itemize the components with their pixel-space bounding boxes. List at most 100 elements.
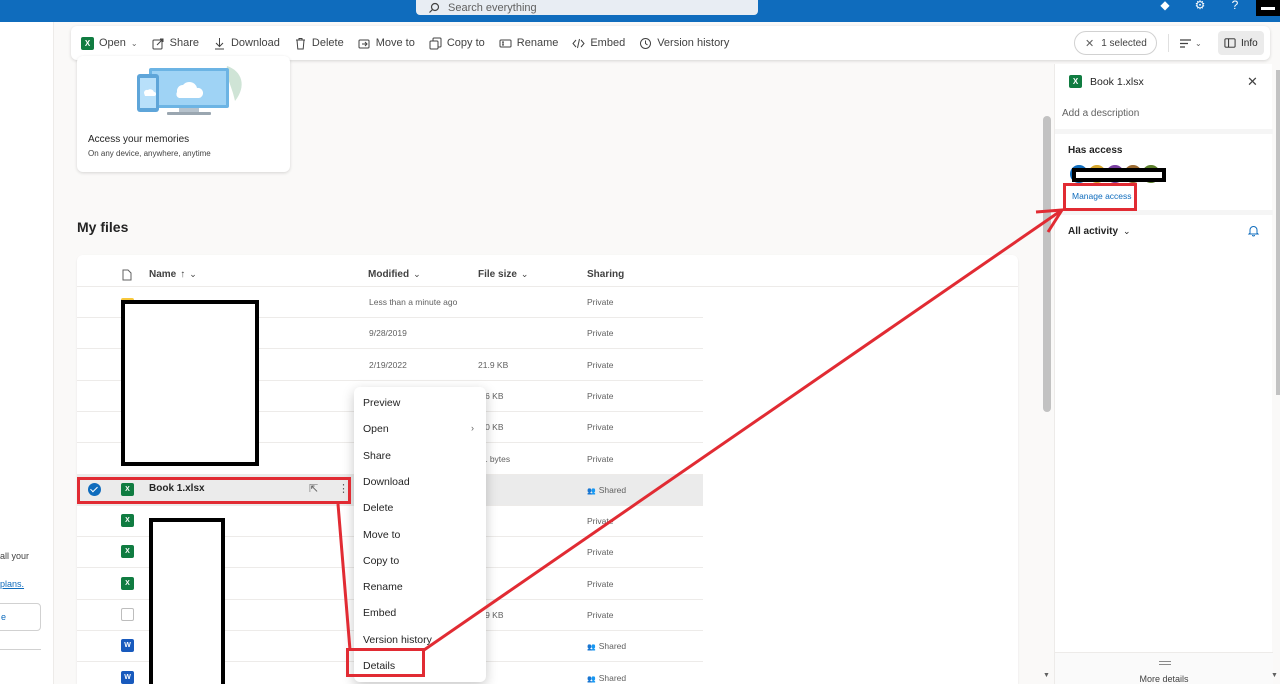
people-icon: 👥 — [587, 487, 596, 495]
has-access-heading: Has access — [1068, 145, 1123, 156]
info-panel-icon — [1224, 38, 1236, 48]
more-details-button[interactable]: More details — [1055, 652, 1273, 684]
copy-to-label: Copy to — [446, 37, 485, 49]
move-to-button[interactable]: Move to — [358, 31, 415, 55]
file-size-header[interactable]: File size ⌄ — [478, 269, 528, 280]
redacted-area — [121, 300, 259, 466]
move-to-label: Move to — [375, 37, 415, 49]
bell-icon[interactable] — [1247, 224, 1260, 237]
document-icon — [122, 269, 132, 281]
download-label: Download — [230, 37, 280, 49]
premium-diamond-icon[interactable]: ◆ — [1158, 0, 1172, 12]
description-field[interactable]: Add a description — [1062, 108, 1139, 119]
rename-button[interactable]: Rename — [499, 31, 558, 55]
excel-icon: X — [121, 576, 134, 590]
delete-label: Delete — [311, 37, 344, 49]
open-button[interactable]: X Open ⌄ — [81, 31, 138, 55]
context-menu-item-download[interactable]: Download — [363, 476, 410, 488]
sharing-label: Private — [587, 297, 614, 307]
section-divider — [1055, 129, 1273, 134]
context-menu-item-label: Download — [363, 475, 410, 488]
list-view-icon — [1180, 38, 1191, 48]
code-icon — [572, 38, 586, 48]
scroll-down-arrow-icon[interactable]: ▼ — [1043, 672, 1051, 679]
context-menu-item-copy-to[interactable]: Copy to — [363, 555, 399, 567]
settings-gear-icon[interactable]: ⚙ — [1193, 0, 1207, 12]
sharing-header[interactable]: Sharing — [587, 269, 624, 280]
context-menu-item-share[interactable]: Share — [363, 450, 391, 462]
context-menu-item-move-to[interactable]: Move to — [363, 529, 400, 541]
sharing-label: Private — [587, 328, 614, 339]
info-label: Info — [1241, 37, 1258, 49]
sharing-label: Private — [587, 422, 614, 433]
word-icon: W — [121, 639, 134, 653]
sharing-label: Private — [587, 390, 614, 401]
download-button[interactable]: Download — [213, 31, 280, 55]
divider — [0, 649, 41, 650]
main-scrollbar[interactable] — [1043, 116, 1051, 412]
rename-icon — [499, 39, 512, 47]
context-menu-item-label: Rename — [363, 581, 403, 594]
sharing-label: Private — [587, 610, 614, 620]
app-bar: Search everything ◆ ⚙ ? — [0, 0, 1280, 22]
sharing-status: Private — [587, 547, 613, 557]
context-menu-item-label: Share — [363, 449, 392, 462]
name-header[interactable]: Name ↑ ⌄ — [149, 269, 197, 280]
file-modified: 9/28/2019 — [369, 328, 407, 339]
chevron-down-icon: ⌄ — [130, 38, 138, 48]
view-options-button[interactable]: ⌄ — [1179, 31, 1211, 55]
annotation-box-manage-access — [1063, 183, 1137, 211]
modified-header[interactable]: Modified ⌄ — [368, 269, 421, 280]
sharing-status: Private — [587, 579, 613, 589]
info-button[interactable]: Info — [1218, 31, 1264, 55]
pane-scrollbar[interactable] — [1276, 70, 1280, 395]
delete-button[interactable]: Delete — [294, 31, 344, 55]
embed-button[interactable]: Embed — [572, 31, 625, 55]
version-history-label: Version history — [657, 37, 730, 49]
account-avatar-redacted[interactable] — [1256, 0, 1280, 16]
left-navigation: all your plans. e — [0, 22, 54, 684]
promo-button[interactable]: e — [0, 603, 41, 631]
annotation-box-row — [77, 477, 351, 504]
search-box[interactable]: Search everything — [416, 0, 758, 15]
context-menu-item-preview[interactable]: Preview — [363, 397, 400, 409]
download-icon — [214, 37, 224, 49]
file-type-header[interactable] — [121, 269, 133, 281]
context-menu-item-label: Delete — [363, 502, 394, 515]
selection-pill[interactable]: ✕ 1 selected — [1074, 31, 1157, 55]
sharing-status: Private — [587, 454, 613, 464]
scroll-down-arrow-icon[interactable]: ▼ — [1271, 672, 1278, 679]
share-icon — [152, 38, 164, 49]
sharing-label: Private — [587, 578, 614, 589]
context-menu-item-delete[interactable]: Delete — [363, 502, 393, 514]
sharing-label: Private — [587, 547, 614, 558]
excel-icon: X — [121, 545, 134, 559]
word-icon: W — [121, 670, 134, 684]
context-menu-item-rename[interactable]: Rename — [363, 581, 403, 593]
close-icon[interactable]: ✕ — [1085, 37, 1094, 50]
context-menu-item-version-history[interactable]: Version history — [363, 634, 432, 646]
context-menu-item-open[interactable]: Open › — [363, 423, 474, 435]
version-history-button[interactable]: Version history — [639, 31, 729, 55]
file-size-header-label: File size — [478, 269, 517, 280]
copy-to-button[interactable]: Copy to — [429, 31, 485, 55]
people-icon: 👥 — [587, 675, 596, 683]
memories-card[interactable]: Access your memories On any device, anyw… — [77, 56, 290, 172]
help-icon[interactable]: ? — [1228, 0, 1242, 12]
pane-header: X Book 1.xlsx — [1069, 75, 1144, 88]
plans-link[interactable]: plans. — [0, 579, 24, 589]
file-modified: 2/19/2022 — [369, 359, 407, 370]
sharing-status: 👥 Shared — [587, 641, 626, 651]
close-pane-icon[interactable]: ✕ — [1247, 74, 1258, 90]
selected-count: 1 selected — [1101, 37, 1147, 49]
activity-filter[interactable]: All activity ⌄ — [1068, 226, 1131, 237]
context-menu-item-embed[interactable]: Embed — [363, 607, 396, 619]
sharing-status: Private — [587, 391, 613, 401]
move-icon — [358, 39, 370, 48]
sort-arrow-icon: ↑ — [180, 269, 186, 280]
context-menu: Preview Open › Share Download Delete Move to Co… — [354, 387, 486, 682]
share-button[interactable]: Share — [152, 31, 199, 55]
chevron-down-icon: ⌄ — [189, 269, 197, 279]
annotation-box-details — [346, 648, 425, 677]
sharing-status: Private — [587, 422, 613, 432]
